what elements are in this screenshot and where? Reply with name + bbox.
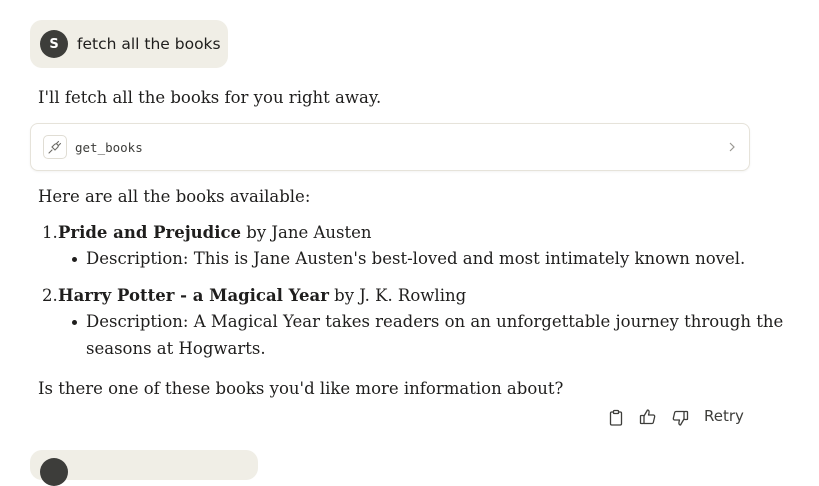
book-description: Description: This is Jane Austen's best-… [86, 249, 746, 268]
user-avatar: S [40, 30, 68, 58]
tool-call-card[interactable]: get_books [30, 123, 750, 171]
book-author: by Jane Austen [241, 223, 372, 242]
book-title: Pride and Prejudice [58, 223, 242, 242]
books-heading: Here are all the books available: [38, 187, 311, 206]
clipboard-icon[interactable] [606, 408, 626, 428]
thumbs-down-icon[interactable] [670, 408, 690, 428]
book-entry: Harry Potter - a Magical Year by J. K. R… [58, 283, 466, 309]
bullet [72, 257, 77, 262]
next-user-message-bubble [30, 450, 258, 486]
bullet [72, 320, 77, 325]
retry-button[interactable]: Retry [704, 407, 744, 425]
book-title: Harry Potter - a Magical Year [58, 286, 329, 305]
book-author: by J. K. Rowling [328, 286, 467, 305]
book-description-continued: seasons at Hogwarts. [86, 339, 266, 358]
thumbs-up-icon[interactable] [638, 407, 658, 427]
plug-icon [43, 135, 67, 159]
list-number: 2. [42, 286, 58, 305]
book-entry: Pride and Prejudice by Jane Austen [58, 220, 372, 246]
assistant-intro-text: I'll fetch all the books for you right a… [38, 88, 382, 107]
book-description: Description: A Magical Year takes reader… [86, 312, 784, 331]
user-message-bubble: S fetch all the books [30, 20, 228, 68]
chevron-right-icon [727, 138, 737, 160]
user-avatar [40, 458, 68, 486]
user-message-text: fetch all the books [77, 35, 221, 53]
list-number: 1. [42, 223, 58, 242]
tool-name: get_books [75, 139, 143, 155]
closing-question: Is there one of these books you'd like m… [38, 379, 564, 398]
